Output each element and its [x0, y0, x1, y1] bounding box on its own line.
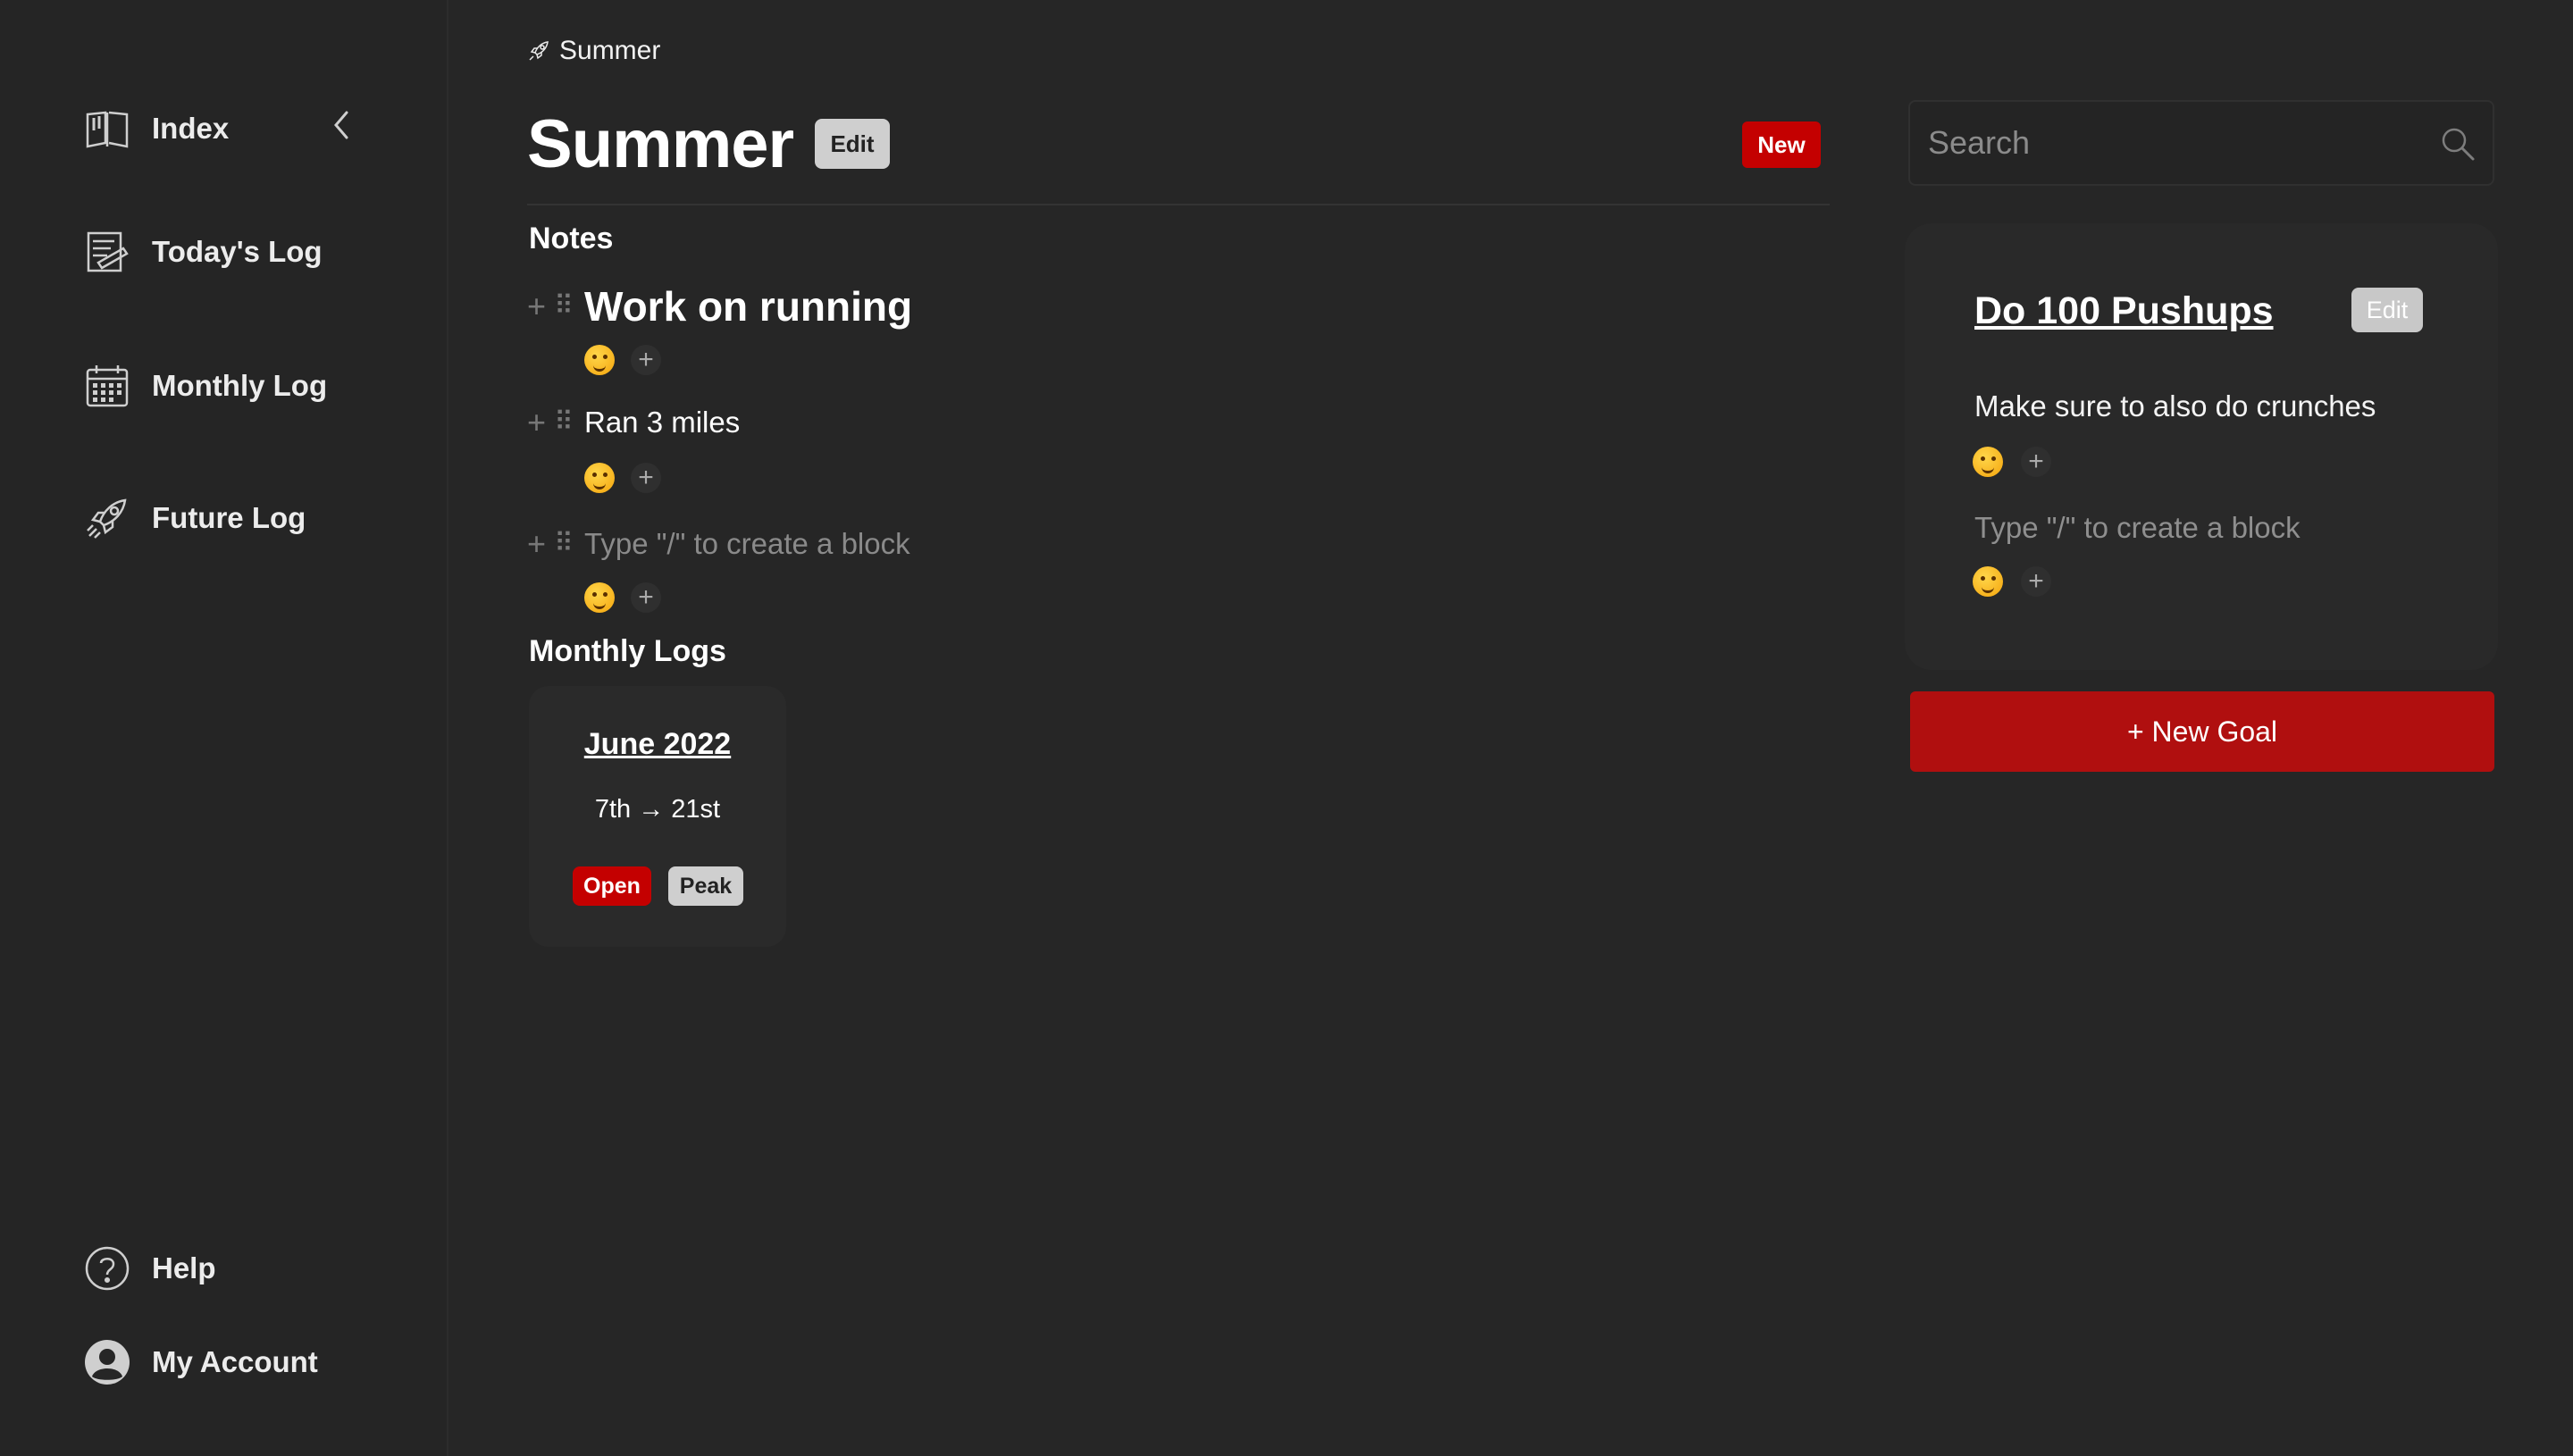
rocket-icon [82, 493, 132, 543]
add-reaction-button[interactable]: + [631, 582, 661, 613]
add-reaction-button[interactable]: + [2021, 447, 2051, 477]
emoji-reaction-icon[interactable] [584, 345, 615, 375]
note-block-placeholder: + ⠿ Type "/" to create a block [527, 527, 910, 561]
breadcrumb[interactable]: Summer [527, 36, 660, 66]
sidebar-item-monthly-log[interactable]: Monthly Log [82, 361, 327, 411]
edit-goal-button[interactable]: Edit [2351, 288, 2423, 332]
sidebar-item-label: Future Log [152, 501, 306, 534]
note-block-text[interactable]: Work on running [584, 282, 912, 331]
calendar-icon [82, 361, 132, 411]
add-reaction-button[interactable]: + [631, 345, 661, 375]
monthly-log-card: June 2022 7th → 21st Open Peak [529, 686, 786, 947]
chevron-left-icon [334, 111, 348, 139]
sidebar-item-help[interactable]: Help [82, 1243, 216, 1293]
edit-title-button[interactable]: Edit [815, 119, 890, 169]
reactions: + [584, 463, 661, 493]
sidebar-item-todays-log[interactable]: Today's Log [82, 227, 323, 277]
note-block: + ⠿ Ran 3 miles [527, 406, 740, 439]
sidebar: Index Today's Log Monthly Log Future Log… [0, 0, 448, 1456]
note-block-text[interactable]: Ran 3 miles [584, 406, 740, 439]
drag-handle-icon[interactable]: ⠿ [554, 290, 584, 322]
search-box [1908, 100, 2494, 186]
search-input[interactable] [1910, 102, 2410, 184]
goal-title[interactable]: Do 100 Pushups [1974, 289, 2274, 333]
sidebar-item-label: Today's Log [152, 235, 323, 268]
reactions: + [584, 582, 661, 613]
breadcrumb-label: Summer [559, 36, 661, 65]
divider [527, 204, 1830, 205]
page-title: Summer [527, 106, 794, 182]
notes-heading: Notes [529, 222, 614, 255]
rocket-icon [529, 41, 549, 61]
emoji-reaction-icon[interactable] [1973, 447, 2003, 477]
monthly-log-range: 7th → 21st [594, 795, 721, 824]
search-icon[interactable] [2439, 125, 2477, 163]
add-block-icon[interactable]: + [527, 528, 554, 560]
block-placeholder[interactable]: Type "/" to create a block [584, 527, 910, 561]
account-icon [82, 1337, 132, 1387]
goal-note-text[interactable]: Make sure to also do crunches [1974, 389, 2376, 423]
add-block-icon[interactable]: + [527, 290, 554, 322]
drag-handle-icon[interactable]: ⠿ [554, 406, 584, 439]
goal-card: Do 100 Pushups Edit Make sure to also do… [1905, 223, 2498, 670]
book-icon [82, 104, 132, 154]
notepad-icon [82, 227, 132, 277]
sidebar-item-label: Help [152, 1251, 216, 1284]
open-button[interactable]: Open [573, 866, 651, 906]
block-placeholder[interactable]: Type "/" to create a block [1974, 511, 2301, 545]
add-block-icon[interactable]: + [527, 406, 554, 439]
peak-button[interactable]: Peak [668, 866, 743, 906]
sidebar-item-label: My Account [152, 1345, 318, 1378]
monthly-log-title[interactable]: June 2022 [529, 727, 786, 762]
monthly-logs-heading: Monthly Logs [529, 634, 726, 668]
sidebar-item-label: Index [152, 112, 230, 145]
emoji-reaction-icon[interactable] [584, 463, 615, 493]
emoji-reaction-icon[interactable] [584, 582, 615, 613]
drag-handle-icon[interactable]: ⠿ [554, 528, 584, 560]
reactions: + [1973, 447, 2051, 477]
sidebar-item-label: Monthly Log [152, 369, 328, 402]
new-goal-button[interactable]: + New Goal [1910, 691, 2494, 772]
sidebar-item-index[interactable]: Index [82, 104, 229, 154]
add-reaction-button[interactable]: + [631, 463, 661, 493]
collapse-sidebar-button[interactable] [325, 107, 357, 143]
reactions: + [584, 345, 661, 375]
sidebar-item-my-account[interactable]: My Account [82, 1337, 318, 1387]
emoji-reaction-icon[interactable] [1973, 566, 2003, 597]
new-button[interactable]: New [1742, 121, 1821, 168]
sidebar-item-future-log[interactable]: Future Log [82, 493, 306, 543]
help-icon [82, 1243, 132, 1293]
reactions: + [1973, 566, 2051, 597]
add-reaction-button[interactable]: + [2021, 566, 2051, 597]
note-block: + ⠿ Work on running [527, 282, 912, 331]
